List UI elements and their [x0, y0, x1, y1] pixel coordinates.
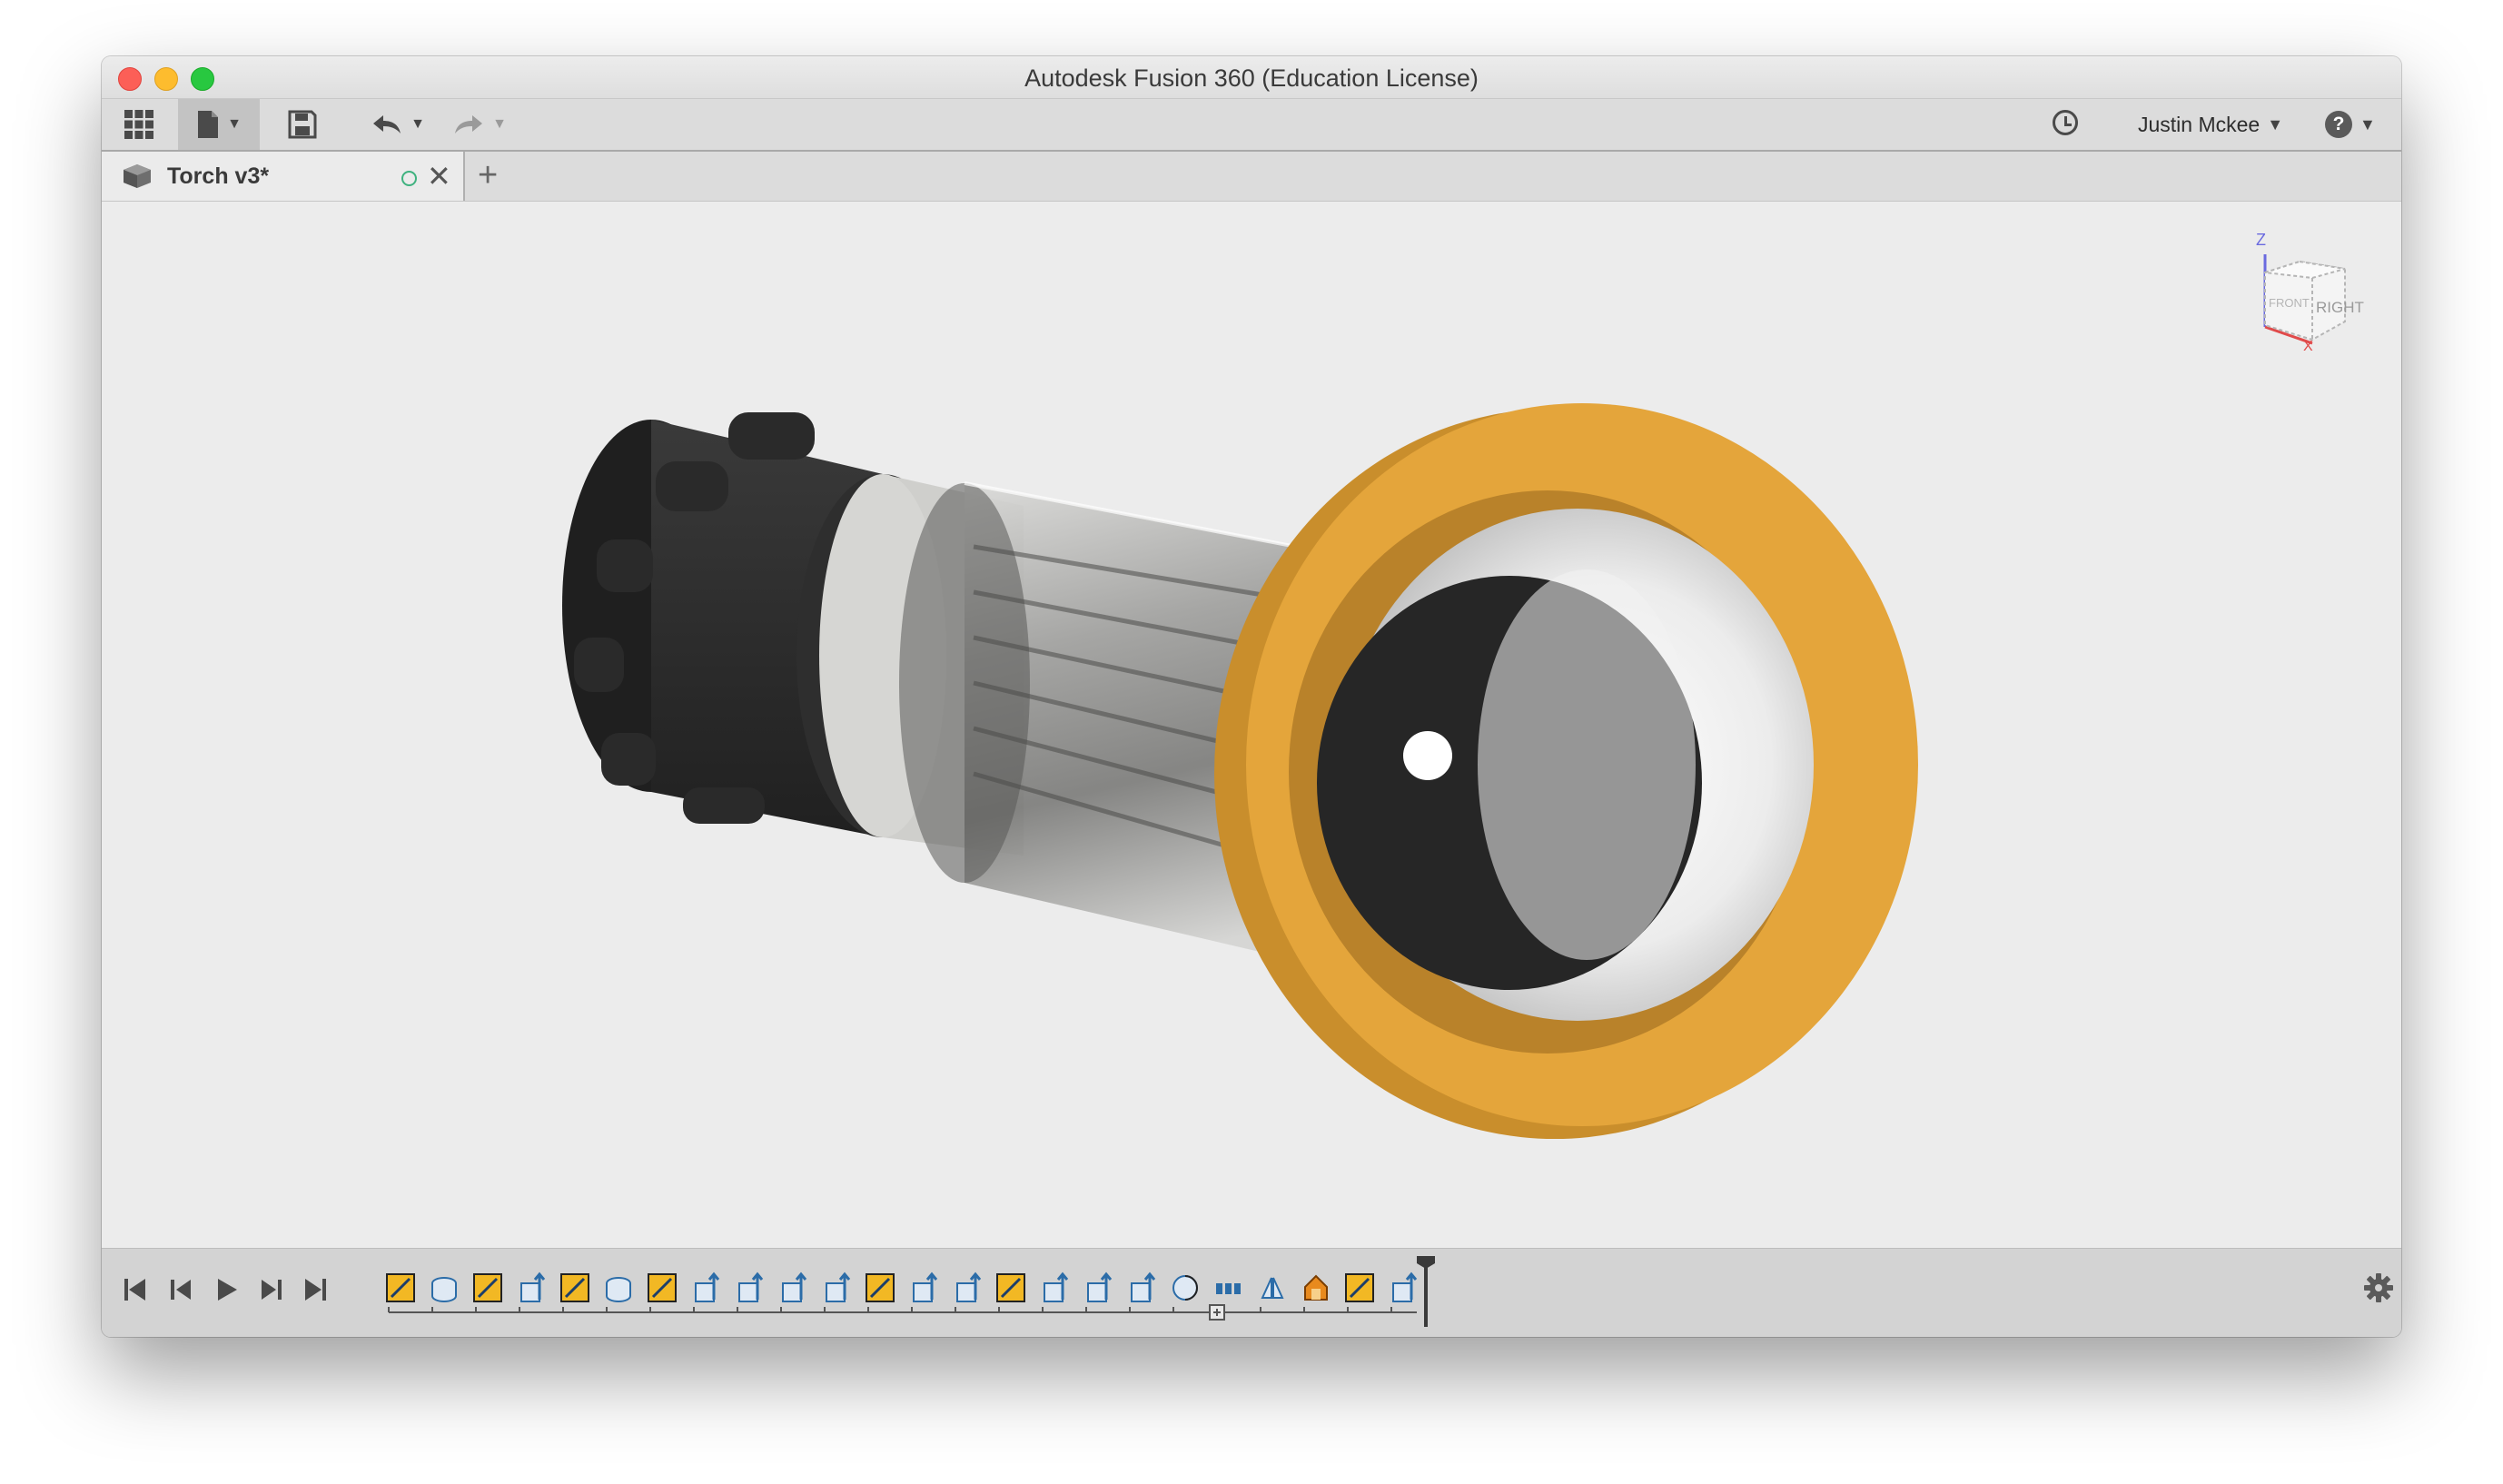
timeline-feature-extrude-body[interactable]: [606, 1277, 631, 1302]
timeline-feature-extrude[interactable]: [1131, 1271, 1156, 1302]
document-icon: [198, 111, 219, 138]
timeline-feature-extrude[interactable]: [782, 1271, 807, 1302]
timeline-feature-extrude[interactable]: [738, 1271, 764, 1302]
plus-icon[interactable]: +: [478, 154, 498, 196]
timeline-feature-extrude[interactable]: [695, 1271, 720, 1302]
help-menu[interactable]: ? ▼: [2325, 99, 2376, 150]
help-icon: ?: [2325, 111, 2352, 138]
timeline-feature-extrude[interactable]: [956, 1271, 982, 1302]
status-circle-icon: [401, 171, 417, 186]
chevron-down-icon: ▼: [2360, 114, 2376, 134]
tab-label: Torch v3*: [167, 163, 270, 189]
timeline-feature-extrude[interactable]: [1392, 1271, 1418, 1302]
timeline-feature-extrude[interactable]: [1087, 1271, 1113, 1302]
timeline-feature-extrude[interactable]: [826, 1271, 851, 1302]
undo-button[interactable]: ▼: [361, 99, 434, 150]
save-button[interactable]: [271, 99, 334, 150]
timeline-feature-extrude[interactable]: [1044, 1271, 1069, 1302]
close-icon[interactable]: ✕: [427, 159, 451, 193]
axis-x-label: X: [2303, 339, 2313, 354]
skip-to-start-icon[interactable]: [122, 1276, 149, 1303]
window-title: Autodesk Fusion 360 (Education License): [1024, 64, 1479, 92]
timeline-feature-sketch[interactable]: [648, 1273, 677, 1302]
chevron-down-icon: ▼: [227, 116, 242, 132]
step-back-icon[interactable]: [167, 1276, 194, 1303]
component-box-icon: [124, 164, 151, 188]
skip-to-end-icon[interactable]: [302, 1276, 329, 1303]
user-name: Justin Mckee: [2138, 112, 2261, 136]
gear-icon[interactable]: [2363, 1272, 2394, 1303]
timeline-feature-extrude[interactable]: [520, 1271, 546, 1302]
viewcube-front-face[interactable]: FRONT: [2269, 296, 2310, 310]
application-toolbar: ▼ ▼ ▼ Justin Mckee ▼ ? ▼: [102, 99, 2401, 152]
timeline-feature-sketch[interactable]: [996, 1273, 1025, 1302]
file-menu-button[interactable]: ▼: [178, 99, 260, 150]
redo-button[interactable]: ▼: [443, 99, 516, 150]
timeline-feature-sketch[interactable]: [560, 1273, 589, 1302]
timeline-feature-sketch[interactable]: [473, 1273, 502, 1302]
torch-3d-model[interactable]: [102, 202, 2401, 1248]
timeline-feature-sketch[interactable]: [866, 1273, 895, 1302]
clock-icon[interactable]: [2053, 110, 2078, 135]
timeline-feature-sketch[interactable]: [386, 1273, 415, 1302]
chevron-down-icon: ▼: [411, 116, 425, 132]
document-tab-bar: Torch v3* ✕ +: [102, 152, 2401, 202]
viewcube-right-face[interactable]: RIGHT: [2316, 299, 2364, 316]
front-bezel: [1214, 403, 1918, 1139]
timeline-feature-revolve[interactable]: [1172, 1275, 1198, 1301]
viewcube-widget[interactable]: Z X RIGHT FRONT: [2241, 227, 2378, 363]
timeline-feature-extrude-body[interactable]: [431, 1277, 457, 1302]
timeline-marker[interactable]: [1417, 1256, 1435, 1327]
timeline-feature-sketch[interactable]: [1345, 1273, 1374, 1302]
title-bar: Autodesk Fusion 360 (Education License): [102, 56, 2401, 99]
undo-arrow-icon: [373, 115, 401, 134]
chevron-down-icon: ▼: [2267, 114, 2284, 134]
data-panel-button[interactable]: [102, 99, 176, 150]
floppy-disk-icon: [288, 110, 317, 139]
grid-apps-icon: [124, 110, 153, 139]
axis-z-label: Z: [2256, 231, 2266, 249]
feature-timeline: [102, 1248, 2401, 1337]
play-icon[interactable]: [213, 1276, 240, 1303]
chevron-down-icon: ▼: [492, 116, 507, 132]
step-forward-icon[interactable]: [258, 1276, 285, 1303]
timeline-feature-strip[interactable]: [381, 1254, 1562, 1332]
user-menu[interactable]: Justin Mckee ▼: [2138, 99, 2283, 150]
timeline-feature-mirror[interactable]: [1261, 1277, 1284, 1299]
timeline-feature-pattern[interactable]: [1216, 1283, 1241, 1294]
timeline-feature-extrude[interactable]: [913, 1271, 938, 1302]
redo-arrow-icon: [455, 115, 483, 134]
app-window: Autodesk Fusion 360 (Education License) …: [102, 56, 2401, 1337]
tab-torch-v3[interactable]: Torch v3* ✕: [102, 152, 465, 201]
canvas-viewport[interactable]: Z X RIGHT FRONT: [102, 202, 2401, 1248]
timeline-scale: [388, 1304, 1417, 1321]
timeline-feature-fillet[interactable]: [1304, 1274, 1328, 1301]
